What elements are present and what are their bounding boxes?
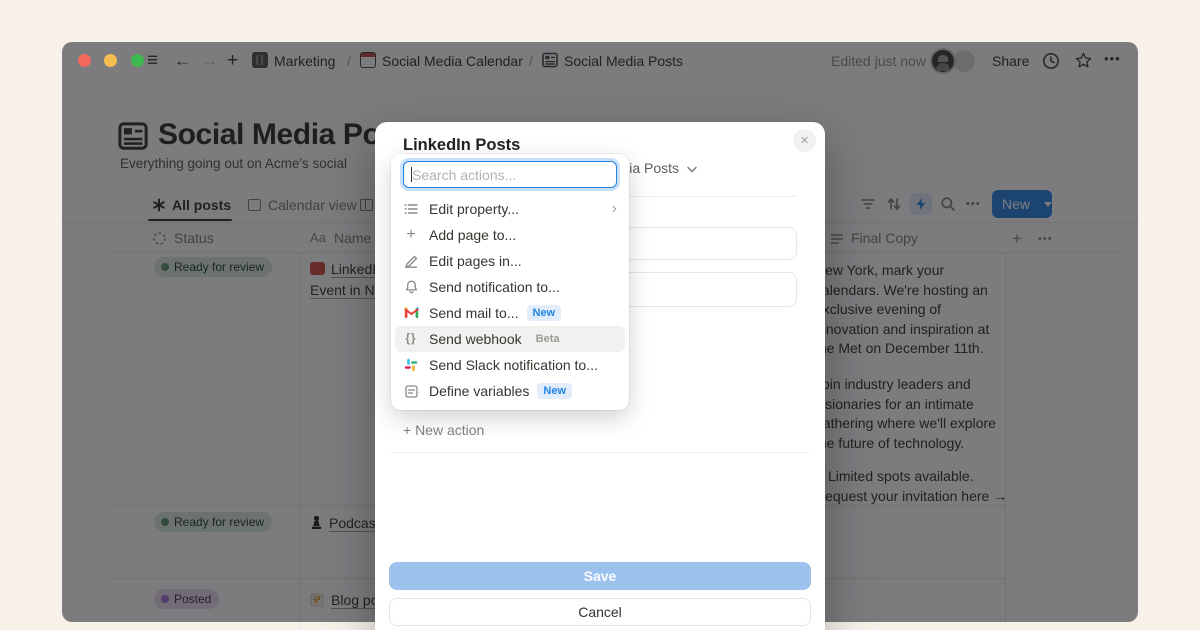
beta-badge: Beta xyxy=(530,331,566,347)
menu-item-send-webhook[interactable]: {} Send webhook Beta xyxy=(395,326,625,352)
screenshot-canvas: ≡ ← → + Marketing / Social Media Calenda… xyxy=(0,0,1200,630)
save-button[interactable]: Save xyxy=(389,562,811,590)
menu-item-label: Edit pages in... xyxy=(429,253,522,269)
new-badge: New xyxy=(527,305,562,321)
chevron-down-icon xyxy=(687,166,697,173)
plus-icon: + xyxy=(403,227,419,243)
window-controls xyxy=(78,54,144,72)
menu-item-send-mail[interactable]: Send mail to... New xyxy=(395,300,625,326)
bell-icon xyxy=(403,279,419,295)
menu-item-add-page[interactable]: + Add page to... xyxy=(395,222,625,248)
menu-item-label: Send mail to... xyxy=(429,305,519,321)
menu-item-label: Define variables xyxy=(429,383,529,399)
modal-title: LinkedIn Posts xyxy=(403,136,520,155)
new-badge: New xyxy=(537,383,572,399)
gmail-icon xyxy=(403,305,419,321)
modal-divider xyxy=(391,452,809,453)
menu-item-label: Send webhook xyxy=(429,331,522,347)
menu-item-label: Send Slack notification to... xyxy=(429,357,598,373)
submenu-chevron-icon: › xyxy=(612,200,617,218)
menu-item-define-variables[interactable]: Define variables New xyxy=(395,378,625,404)
search-actions-input[interactable] xyxy=(403,161,617,188)
new-action-button[interactable]: + New action xyxy=(403,422,484,438)
variables-doc-icon xyxy=(403,383,419,399)
minimize-window-button[interactable] xyxy=(104,54,117,67)
pencil-icon xyxy=(403,253,419,269)
menu-item-label: Edit property... xyxy=(429,201,519,217)
text-caret xyxy=(411,167,412,182)
menu-item-send-slack[interactable]: Send Slack notification to... xyxy=(395,352,625,378)
menu-item-edit-property[interactable]: Edit property... › xyxy=(395,196,625,222)
list-icon xyxy=(403,201,419,217)
actions-dropdown: Edit property... › + Add page to... Edit… xyxy=(391,154,629,410)
menu-item-label: Send notification to... xyxy=(429,279,560,295)
slack-icon xyxy=(403,357,419,373)
automation-modal: LinkedIn Posts × Social Media Posts Edit xyxy=(375,122,825,630)
close-window-button[interactable] xyxy=(78,54,91,67)
braces-icon: {} xyxy=(403,331,419,347)
menu-item-label: Add page to... xyxy=(429,227,516,243)
cancel-button[interactable]: Cancel xyxy=(389,598,811,626)
menu-item-edit-pages[interactable]: Edit pages in... xyxy=(395,248,625,274)
menu-item-send-notification[interactable]: Send notification to... xyxy=(395,274,625,300)
zoom-window-button[interactable] xyxy=(131,54,144,67)
close-icon[interactable]: × xyxy=(793,129,816,152)
